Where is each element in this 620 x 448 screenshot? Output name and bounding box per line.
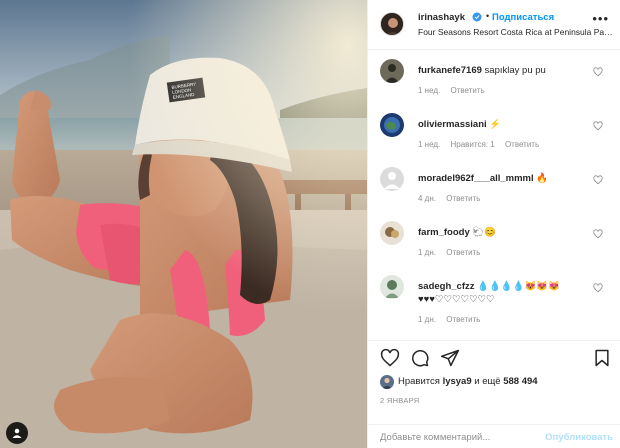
author-username[interactable]: irinashayk bbox=[418, 12, 465, 23]
comment-text-block: farm_foody 🐑😊 bbox=[418, 226, 588, 239]
author-avatar[interactable] bbox=[380, 12, 404, 36]
heart-icon[interactable] bbox=[380, 348, 400, 368]
comment-reply-button[interactable]: Ответить bbox=[446, 315, 480, 324]
follow-button[interactable]: Подписаться bbox=[492, 12, 554, 23]
comment-text-block: sadegh_cfzz 💧💧💧💧😻😻😻 ♥♥♥♡♡♡♡♡♡♡ bbox=[418, 280, 588, 306]
liker-avatar[interactable] bbox=[380, 375, 394, 389]
comment-item: sadegh_cfzz 💧💧💧💧😻😻😻 ♥♥♥♡♡♡♡♡♡♡ 1 дн. Отв… bbox=[368, 275, 620, 335]
comment-likes-count[interactable]: Нравится: 1 bbox=[451, 140, 495, 149]
comment-avatar-image bbox=[380, 59, 404, 83]
comment-time[interactable]: 1 нед. bbox=[418, 86, 440, 95]
comment-text-block: furkanefe7169 sapıklay pu pu bbox=[418, 64, 588, 77]
comment-item: oliviermassiani ⚡ 1 нед. Нравится: 1 Отв… bbox=[368, 113, 620, 163]
more-options-button[interactable]: ••• bbox=[592, 11, 609, 26]
comment-avatar-image bbox=[380, 275, 404, 299]
comment-avatar[interactable] bbox=[380, 59, 404, 83]
post-location[interactable]: Four Seasons Resort Costa Rica at Penins… bbox=[418, 27, 614, 37]
user-tag-icon bbox=[12, 428, 22, 438]
liker-username[interactable]: lysya9 bbox=[443, 376, 472, 387]
comment-avatar-image bbox=[380, 221, 404, 245]
comment-item: moradel962f___all_mmml 🔥 4 дн. Ответить bbox=[368, 167, 620, 217]
comment-avatar-image bbox=[380, 167, 404, 191]
comment-avatar[interactable] bbox=[380, 275, 404, 299]
comment-reply-button[interactable]: Ответить bbox=[505, 140, 539, 149]
post-photo-image: BURBERRY LONDON ENGLAND bbox=[0, 0, 367, 448]
likes-count[interactable]: 588 494 bbox=[503, 376, 537, 387]
post-panel: irinashayk • Подписаться Four Seasons Re… bbox=[367, 0, 620, 448]
bookmark-icon[interactable] bbox=[592, 348, 612, 368]
share-icon[interactable] bbox=[440, 348, 460, 368]
likes-prefix: Нравится bbox=[398, 376, 443, 387]
comment-reply-button[interactable]: Ответить bbox=[446, 194, 480, 203]
comment-body: sapıklay pu pu bbox=[484, 65, 546, 76]
liker-avatar-image bbox=[380, 375, 394, 389]
comment-username[interactable]: sadegh_cfzz bbox=[418, 281, 475, 292]
comment-username[interactable]: oliviermassiani bbox=[418, 119, 487, 130]
comment-input[interactable] bbox=[380, 429, 530, 445]
comment-avatar[interactable] bbox=[380, 113, 404, 137]
comment-body: ⚡ bbox=[489, 119, 502, 130]
likes-text: Нравится lysya9 и ещё 588 494 bbox=[398, 376, 538, 387]
comment-meta: 4 дн. Ответить bbox=[418, 194, 488, 203]
post-date[interactable]: 2 ЯНВАРЯ bbox=[380, 396, 420, 405]
add-comment-bar: Опубликовать bbox=[368, 424, 620, 448]
verified-badge-icon bbox=[472, 12, 482, 22]
post-photo[interactable]: BURBERRY LONDON ENGLAND bbox=[0, 0, 367, 448]
comment-body: 🐑😊 bbox=[472, 227, 497, 238]
comment-meta: 1 нед. Нравится: 1 Ответить bbox=[418, 140, 547, 149]
comment-avatar-image bbox=[380, 113, 404, 137]
comment-text-block: moradel962f___all_mmml 🔥 bbox=[418, 172, 588, 185]
likes-summary[interactable]: Нравится lysya9 и ещё 588 494 bbox=[380, 375, 616, 389]
comment-item: furkanefe7169 sapıklay pu pu 1 нед. Отве… bbox=[368, 59, 620, 109]
comment-time[interactable]: 1 дн. bbox=[418, 248, 436, 257]
comment-meta: 1 нед. Ответить bbox=[418, 86, 493, 95]
comment-username[interactable]: furkanefe7169 bbox=[418, 65, 482, 76]
user-tag-button[interactable] bbox=[6, 422, 28, 444]
comment-item: farm_foody 🐑😊 1 дн. Ответить bbox=[368, 221, 620, 271]
comment-avatar[interactable] bbox=[380, 221, 404, 245]
likes-middle: и ещё bbox=[471, 376, 504, 387]
comment-like-heart-icon[interactable] bbox=[593, 175, 603, 185]
comment-username[interactable]: moradel962f___all_mmml bbox=[418, 173, 534, 184]
comment-username[interactable]: farm_foody bbox=[418, 227, 470, 238]
comment-like-heart-icon[interactable] bbox=[593, 67, 603, 77]
comment-time[interactable]: 1 дн. bbox=[418, 315, 436, 324]
comment-body: 🔥 bbox=[536, 173, 549, 184]
comment-like-heart-icon[interactable] bbox=[593, 121, 603, 131]
comment-avatar[interactable] bbox=[380, 167, 404, 191]
comment-icon[interactable] bbox=[410, 348, 430, 368]
publish-comment-button[interactable]: Опубликовать bbox=[545, 432, 613, 443]
comment-time[interactable]: 4 дн. bbox=[418, 194, 436, 203]
post-header: irinashayk • Подписаться Four Seasons Re… bbox=[368, 0, 620, 50]
header-separator: • bbox=[486, 11, 490, 21]
comment-like-heart-icon[interactable] bbox=[593, 229, 603, 239]
post-actions-bar bbox=[368, 340, 620, 370]
comment-meta: 1 дн. Ответить bbox=[418, 248, 488, 257]
comment-reply-button[interactable]: Ответить bbox=[446, 248, 480, 257]
comments-list[interactable]: furkanefe7169 sapıklay pu pu 1 нед. Отве… bbox=[368, 50, 620, 335]
comment-reply-button[interactable]: Ответить bbox=[451, 86, 485, 95]
comment-time[interactable]: 1 нед. bbox=[418, 140, 440, 149]
author-avatar-image bbox=[381, 13, 403, 35]
comment-text-block: oliviermassiani ⚡ bbox=[418, 118, 588, 131]
comment-meta: 1 дн. Ответить bbox=[418, 315, 488, 324]
comment-like-heart-icon[interactable] bbox=[593, 283, 603, 293]
